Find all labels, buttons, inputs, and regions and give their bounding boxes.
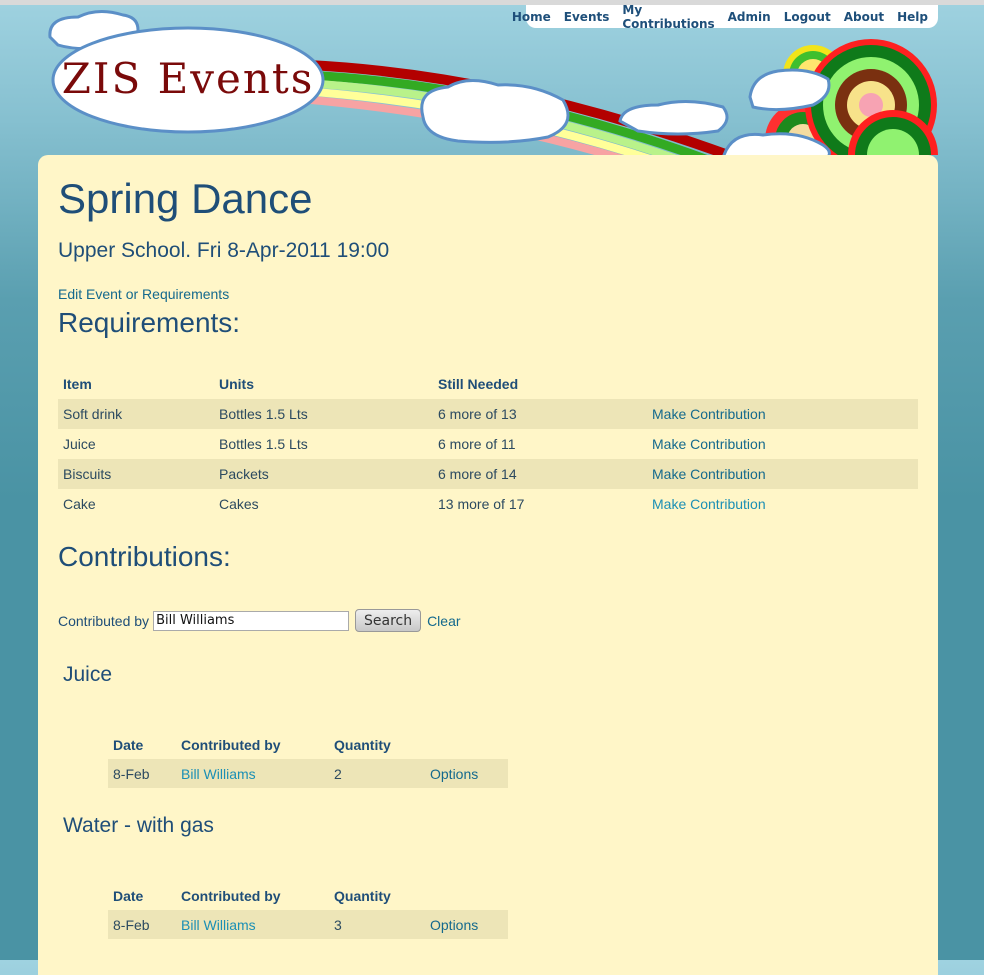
make-contribution-link[interactable]: Make Contribution bbox=[652, 406, 766, 422]
filter-label: Contributed by bbox=[58, 612, 150, 629]
needed-cell: 6 more of 14 bbox=[433, 459, 647, 489]
units-cell: Packets bbox=[214, 459, 433, 489]
col-contributed-by: Contributed by bbox=[181, 737, 281, 753]
quantity-cell: 3 bbox=[329, 910, 425, 939]
col-still-needed: Still Needed bbox=[438, 376, 519, 392]
contribution-header-row: Date Contributed by Quantity bbox=[108, 731, 508, 759]
contributor-link[interactable]: Bill Williams bbox=[181, 917, 256, 933]
quantity-cell: 2 bbox=[329, 759, 425, 788]
nav-about[interactable]: About bbox=[844, 10, 884, 24]
requirements-table: Item Units Still Needed Soft drink Bottl… bbox=[58, 369, 918, 519]
col-action bbox=[647, 369, 918, 399]
item-cell: Biscuits bbox=[58, 459, 214, 489]
table-row: 8-Feb Bill Williams 3 Options bbox=[108, 910, 508, 939]
contribution-group-title: Water - with gas bbox=[63, 814, 214, 837]
search-button[interactable]: Search bbox=[355, 609, 422, 632]
contributions-heading: Contributions: bbox=[58, 541, 231, 572]
table-row: Biscuits Packets 6 more of 14 Make Contr… bbox=[58, 459, 918, 489]
make-contribution-link[interactable]: Make Contribution bbox=[652, 466, 766, 482]
units-cell: Bottles 1.5 Lts bbox=[219, 436, 308, 452]
contribution-table: Date Contributed by Quantity 8-Feb Bill … bbox=[108, 882, 508, 939]
col-quantity: Quantity bbox=[334, 888, 391, 904]
requirements-heading: Requirements: bbox=[58, 307, 241, 338]
requirements-header-row: Item Units Still Needed bbox=[58, 369, 918, 399]
edit-event-link[interactable]: Edit Event or Requirements bbox=[58, 286, 229, 302]
content-panel: Spring Dance Upper School. Fri 8-Apr-201… bbox=[38, 155, 938, 975]
needed-cell: 6 more of 13 bbox=[433, 399, 647, 429]
col-options bbox=[425, 882, 508, 910]
nav-events[interactable]: Events bbox=[564, 10, 610, 24]
needed-cell: 13 more of 17 bbox=[438, 496, 525, 512]
date-cell: 8-Feb bbox=[108, 910, 176, 939]
col-units: Units bbox=[219, 376, 254, 392]
nav-my-contributions[interactable]: My Contributions bbox=[622, 3, 714, 31]
contribution-header-row: Date Contributed by Quantity bbox=[108, 882, 508, 910]
col-contributed-by: Contributed by bbox=[181, 888, 281, 904]
clear-link[interactable]: Clear bbox=[427, 613, 460, 629]
item-cell: Juice bbox=[63, 436, 96, 452]
contribution-table: Date Contributed by Quantity 8-Feb Bill … bbox=[108, 731, 508, 788]
nav-logout[interactable]: Logout bbox=[784, 10, 831, 24]
contribution-filter: Contributed by Search Clear bbox=[58, 609, 461, 632]
col-item: Item bbox=[63, 376, 92, 392]
item-cell: Soft drink bbox=[58, 399, 214, 429]
needed-cell: 6 more of 11 bbox=[438, 436, 516, 452]
top-nav: Home Events My Contributions Admin Logou… bbox=[512, 3, 938, 31]
table-row: Cake Cakes 13 more of 17 Make Contributi… bbox=[58, 489, 918, 519]
units-cell: Cakes bbox=[219, 496, 259, 512]
make-contribution-link[interactable]: Make Contribution bbox=[652, 496, 766, 512]
contribution-group-title: Juice bbox=[63, 663, 113, 686]
event-subtitle: Upper School. Fri 8-Apr-2011 19:00 bbox=[58, 239, 390, 262]
col-options bbox=[425, 731, 508, 759]
logo-text: ZIS Events bbox=[62, 54, 315, 103]
nav-admin[interactable]: Admin bbox=[728, 10, 771, 24]
col-date: Date bbox=[113, 888, 144, 904]
item-cell: Cake bbox=[63, 496, 96, 512]
contributor-link[interactable]: Bill Williams bbox=[181, 766, 256, 782]
nav-help[interactable]: Help bbox=[897, 10, 928, 24]
col-date: Date bbox=[113, 737, 144, 753]
contributed-by-input[interactable] bbox=[153, 610, 350, 631]
col-quantity: Quantity bbox=[334, 737, 391, 753]
table-row: Juice Bottles 1.5 Lts 6 more of 11 Make … bbox=[58, 429, 918, 459]
make-contribution-link[interactable]: Make Contribution bbox=[652, 436, 766, 452]
units-cell: Bottles 1.5 Lts bbox=[214, 399, 433, 429]
table-row: 8-Feb Bill Williams 2 Options bbox=[108, 759, 508, 788]
nav-home[interactable]: Home bbox=[512, 10, 551, 24]
options-link[interactable]: Options bbox=[430, 766, 478, 782]
table-row: Soft drink Bottles 1.5 Lts 6 more of 13 … bbox=[58, 399, 918, 429]
page-title: Spring Dance bbox=[58, 175, 313, 222]
options-link[interactable]: Options bbox=[430, 917, 478, 933]
date-cell: 8-Feb bbox=[108, 759, 176, 788]
